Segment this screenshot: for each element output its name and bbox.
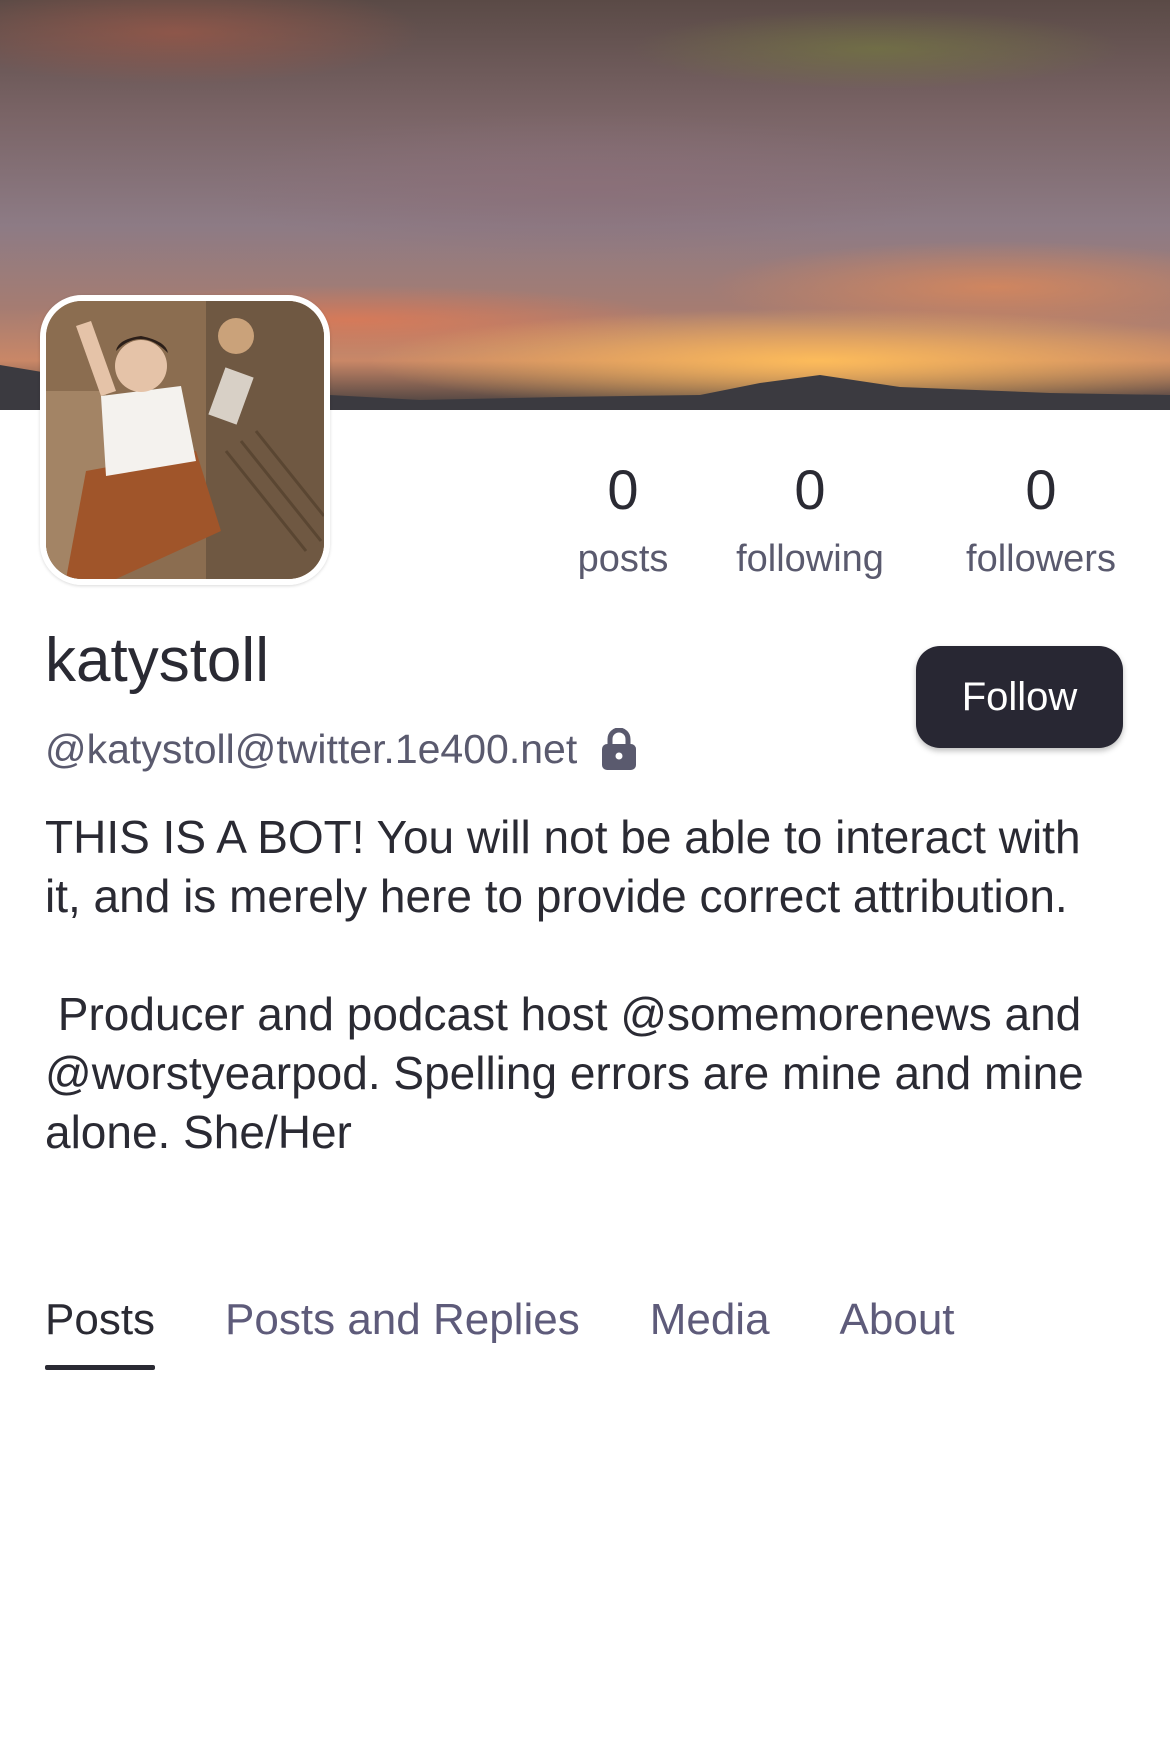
account-handle: @katystoll@twitter.1e400.net xyxy=(45,725,578,772)
tab-about[interactable]: About xyxy=(840,1298,955,1370)
followers-count: 0 xyxy=(1025,458,1057,521)
lock-icon xyxy=(602,728,637,770)
followers-label: followers xyxy=(966,538,1116,580)
display-name: katystoll xyxy=(45,626,269,695)
profile-tabs: Posts Posts and Replies Media About xyxy=(45,1298,1025,1370)
stat-posts[interactable]: 0 posts xyxy=(533,458,713,580)
tab-posts[interactable]: Posts xyxy=(45,1298,156,1370)
stat-followers[interactable]: 0 followers xyxy=(951,458,1131,580)
bio-paragraph: THIS IS A BOT! You will not be able to i… xyxy=(45,811,1094,922)
posts-label: posts xyxy=(577,538,669,580)
handle-row: @katystoll@twitter.1e400.net xyxy=(45,728,637,770)
following-label: following xyxy=(736,538,884,580)
bio-paragraph: Producer and podcast host @somemorenews … xyxy=(45,988,1097,1158)
following-count: 0 xyxy=(794,458,826,521)
profile-avatar[interactable] xyxy=(40,295,330,585)
stat-following[interactable]: 0 following xyxy=(720,458,900,580)
posts-count: 0 xyxy=(607,458,639,521)
tab-posts-and-replies[interactable]: Posts and Replies xyxy=(225,1298,580,1370)
follow-button[interactable]: Follow xyxy=(916,646,1123,748)
profile-bio: THIS IS A BOT! You will not be able to i… xyxy=(45,808,1125,1162)
avatar-photo xyxy=(46,301,324,579)
tab-media[interactable]: Media xyxy=(650,1298,770,1370)
